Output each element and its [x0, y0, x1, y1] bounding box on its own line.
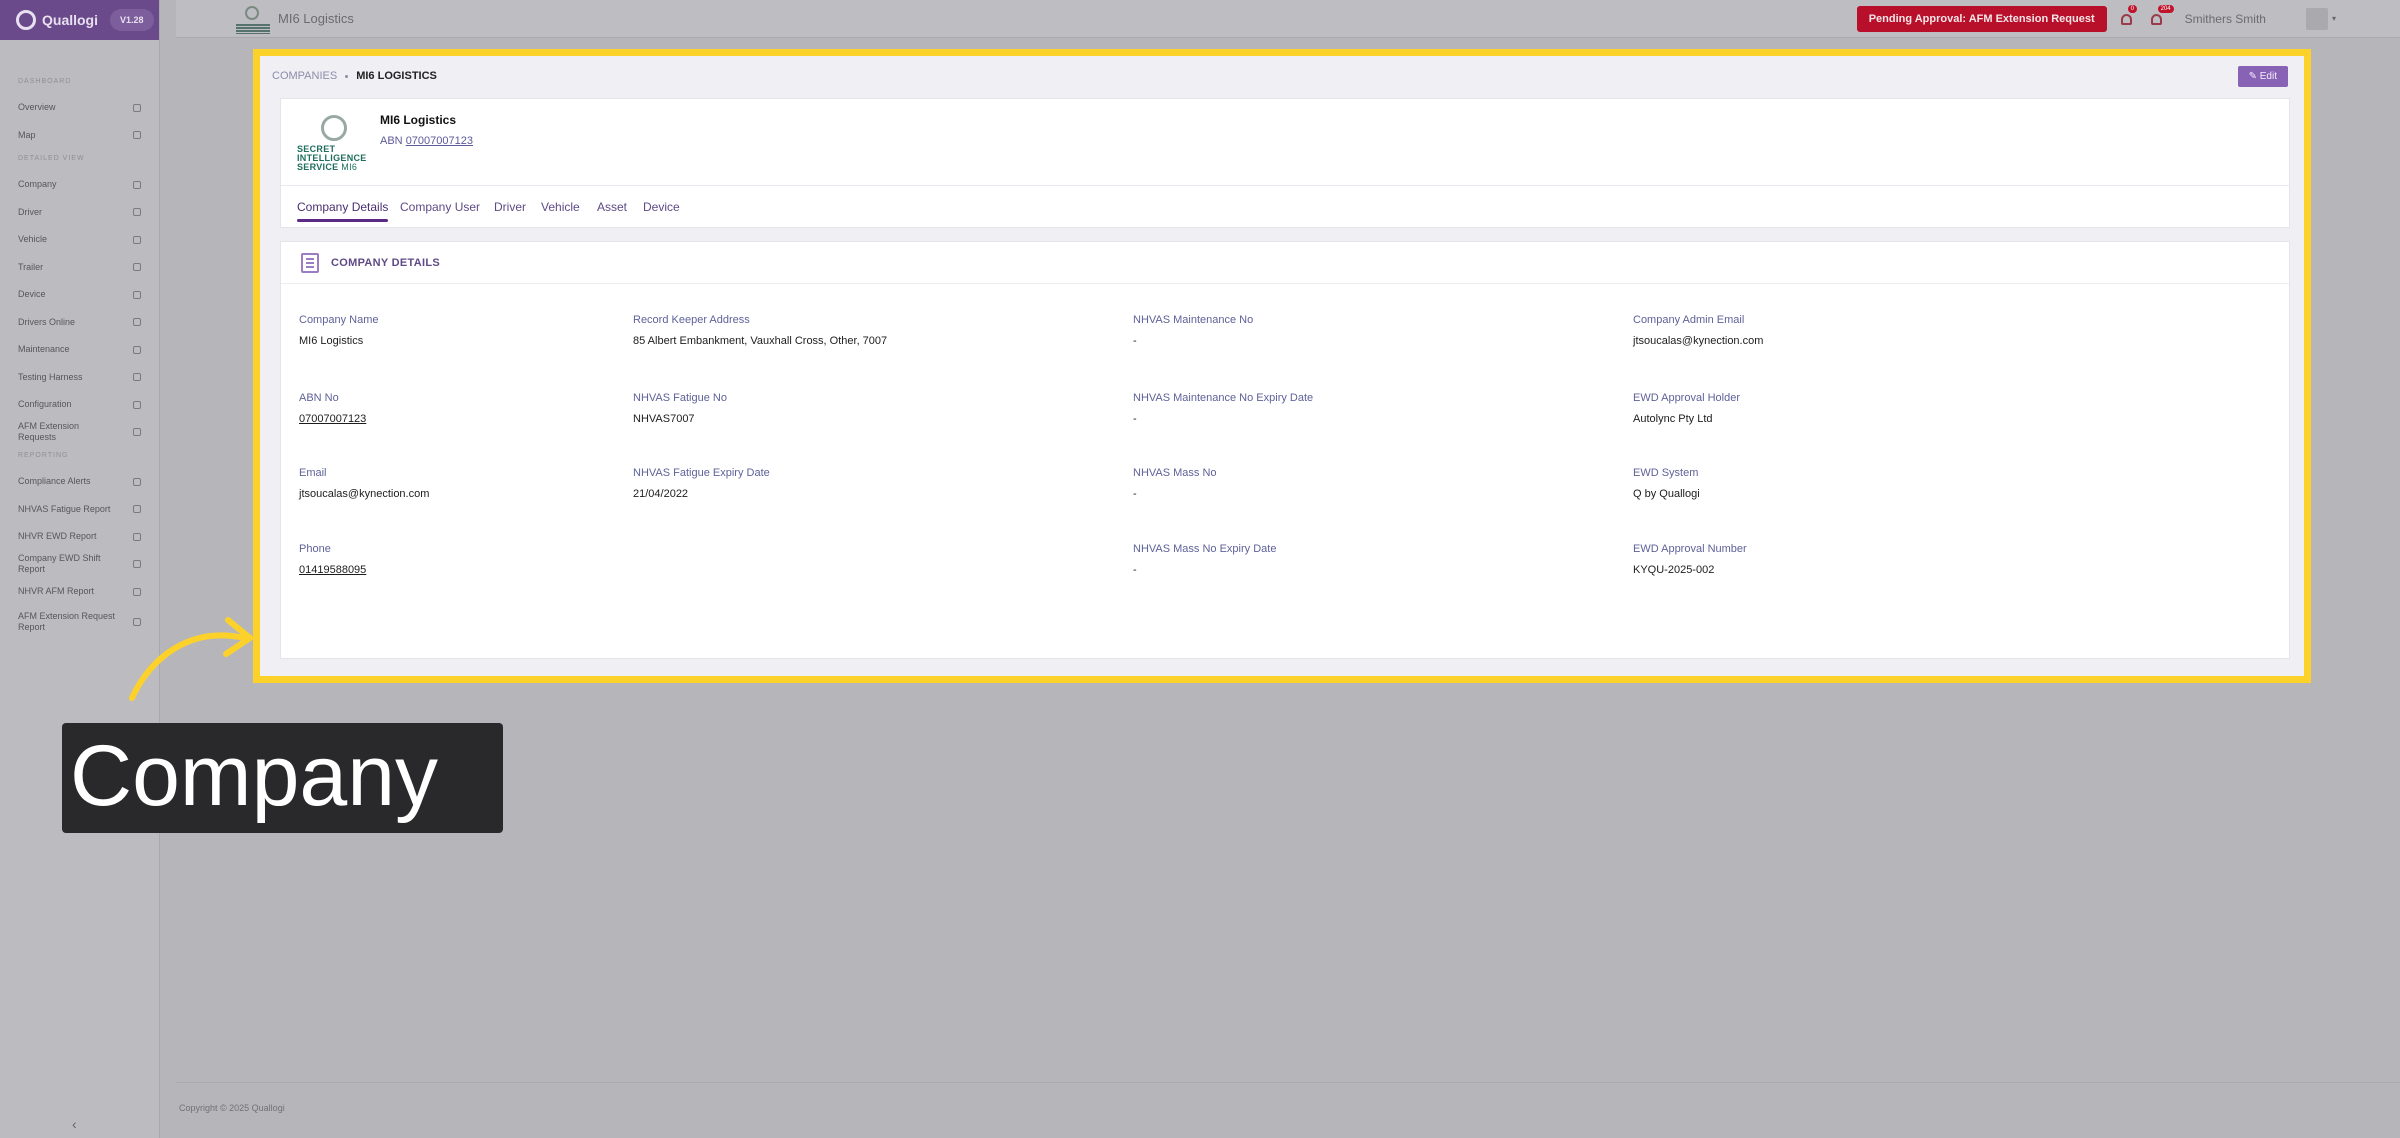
sidebar-item-overview[interactable]: Overview	[0, 94, 159, 122]
details-title: COMPANY DETAILS	[331, 256, 441, 269]
tab-company-details[interactable]: Company Details	[297, 200, 389, 222]
brand-name: Quallogi	[42, 12, 98, 28]
quallogi-logo-icon	[16, 10, 36, 30]
tab-asset[interactable]: Asset	[597, 200, 627, 214]
footer: Copyright © 2025 Quallogi	[176, 1082, 2400, 1113]
sidebar-collapse-icon[interactable]: ‹	[72, 1116, 77, 1132]
sidebar-item-compliance-alerts[interactable]: Compliance Alerts	[0, 468, 159, 496]
details-header: COMPANY DETAILS	[281, 242, 2289, 284]
grid-icon	[133, 103, 141, 112]
company-name-heading: MI6 Logistics	[380, 113, 457, 127]
sidebar-item-maintenance[interactable]: Maintenance	[0, 336, 159, 364]
wrench-icon	[133, 345, 141, 354]
tab-driver[interactable]: Driver	[494, 200, 526, 214]
abn-no-link[interactable]: 07007007123	[299, 413, 366, 425]
sliders-icon	[133, 400, 141, 409]
topbar-company-name: MI6 Logistics	[278, 11, 354, 26]
field-phone: Phone 01419588095	[299, 543, 367, 576]
brand-bar[interactable]: Quallogi V1.28	[0, 0, 159, 40]
document-icon	[133, 505, 141, 514]
sidebar-item-device[interactable]: Device	[0, 281, 159, 309]
truck-icon	[133, 235, 141, 244]
sis-logo: SECRET INTELLIGENCE SERVICE MI6	[297, 115, 369, 173]
wifi-icon	[133, 318, 141, 327]
field-nhvas-maintenance-no: NHVAS Maintenance No -	[1133, 314, 1254, 347]
monitor-icon	[133, 373, 141, 382]
map-icon	[133, 131, 141, 140]
field-company-name: Company Name MI6 Logistics	[299, 314, 379, 347]
briefcase-icon	[133, 180, 141, 189]
warning-icon	[133, 477, 141, 486]
edit-button[interactable]: ✎ Edit	[2237, 66, 2288, 87]
sidebar-item-trailer[interactable]: Trailer	[0, 254, 159, 282]
breadcrumb-companies[interactable]: COMPANIES	[272, 70, 337, 82]
phone-link[interactable]: 01419588095	[299, 564, 366, 576]
sidebar-item-nhvr-ewd-report[interactable]: NHVR EWD Report	[0, 523, 159, 551]
alert-bell-icon[interactable]: 204	[2150, 4, 2174, 27]
sidebar-item-nhvas-fatigue-report[interactable]: NHVAS Fatigue Report	[0, 496, 159, 524]
sidebar-item-company-ewd-shift-report[interactable]: Company EWD Shift Report	[0, 551, 159, 579]
sidebar-item-driver[interactable]: Driver	[0, 199, 159, 227]
field-ewd-system: EWD System Q by Quallogi	[1633, 467, 1700, 500]
sidebar-item-map[interactable]: Map	[0, 122, 159, 150]
document-icon	[133, 587, 141, 596]
nav-section-reporting: Reporting	[18, 452, 69, 459]
company-detail-panel: COMPANIES MI6 LOGISTICS ✎ Edit SECRET IN…	[253, 49, 2311, 683]
field-record-keeper-address: Record Keeper Address 85 Albert Embankmen…	[633, 314, 888, 347]
breadcrumb-current: MI6 LOGISTICS	[356, 70, 437, 82]
alert-badge: 204	[2157, 4, 2174, 13]
nav-section-dashboard: Dashboard	[18, 78, 72, 85]
field-nhvas-fatigue-expiry: NHVAS Fatigue Expiry Date 21/04/2022	[633, 467, 770, 500]
tab-company-user[interactable]: Company User	[400, 200, 480, 214]
sidebar-item-drivers-online[interactable]: Drivers Online	[0, 309, 159, 337]
sidebar-item-testing-harness[interactable]: Testing Harness	[0, 364, 159, 392]
callout-label: Company	[62, 723, 503, 833]
avatar[interactable]	[2305, 7, 2328, 30]
document-icon	[133, 560, 141, 569]
field-nhvas-mass-no: NHVAS Mass No -	[1133, 467, 1217, 500]
company-details-card: COMPANY DETAILS Company Name MI6 Logistic…	[280, 241, 2290, 659]
company-abn: ABN 07007007123	[380, 135, 473, 147]
breadcrumb-separator	[345, 74, 349, 78]
field-nhvas-maintenance-expiry: NHVAS Maintenance No Expiry Date -	[1133, 392, 1314, 425]
field-nhvas-mass-expiry: NHVAS Mass No Expiry Date -	[1133, 543, 1277, 576]
sidebar-item-configuration[interactable]: Configuration	[0, 391, 159, 419]
crest-icon	[321, 115, 347, 141]
tablet-icon	[133, 290, 141, 299]
sidebar-item-company[interactable]: Company	[0, 171, 159, 199]
field-abn-no: ABN No 07007007123	[299, 392, 367, 425]
sidebar-item-vehicle[interactable]: Vehicle	[0, 226, 159, 254]
version-badge: V1.28	[110, 9, 154, 31]
sidebar-nav: Dashboard Overview Map Detailed View Com…	[0, 40, 159, 638]
field-ewd-approval-number: EWD Approval Number KYQU-2025-002	[1633, 543, 1747, 576]
company-logo-icon	[236, 4, 270, 34]
company-profile-card: SECRET INTELLIGENCE SERVICE MI6 MI6 Logi…	[280, 98, 2290, 228]
breadcrumb: COMPANIES MI6 LOGISTICS	[272, 70, 437, 82]
topbar: MI6 Logistics Pending Approval: AFM Exte…	[176, 0, 2400, 38]
pending-approval-button[interactable]: Pending Approval: AFM Extension Request	[1856, 5, 2107, 32]
abn-link[interactable]: 07007007123	[406, 135, 473, 147]
chevron-down-icon[interactable]: ▾	[2332, 14, 2336, 23]
user-icon	[133, 208, 141, 217]
sidebar: Quallogi V1.28 Dashboard Overview Map De…	[0, 0, 160, 1138]
sidebar-item-afm-extension-requests[interactable]: AFM Extension Requests	[0, 419, 159, 447]
trailer-icon	[133, 263, 141, 272]
sort-icon	[133, 428, 141, 437]
nav-section-detailed-view: Detailed View	[18, 155, 85, 162]
callout-arrow-icon	[129, 617, 253, 701]
document-icon	[133, 532, 141, 541]
field-nhvas-fatigue-no: NHVAS Fatigue No NHVAS7007	[633, 392, 727, 425]
notification-bell-icon[interactable]: 0	[2120, 4, 2137, 27]
notification-badge: 0	[2127, 4, 2137, 13]
building-icon	[301, 252, 319, 273]
tab-device[interactable]: Device	[643, 200, 680, 214]
user-name[interactable]: Smithers Smith	[2185, 12, 2266, 26]
field-email: Email jtsoucalas@kynection.com	[299, 467, 430, 500]
company-tabs: Company Details Company User Driver Vehi…	[281, 185, 2289, 229]
copyright-text: Copyright © 2025 Quallogi	[179, 1103, 285, 1113]
field-ewd-approval-holder: EWD Approval Holder Autolync Pty Ltd	[1633, 392, 1740, 425]
tab-vehicle[interactable]: Vehicle	[541, 200, 580, 214]
field-company-admin-email: Company Admin Email jtsoucalas@kynection.…	[1633, 314, 1764, 347]
